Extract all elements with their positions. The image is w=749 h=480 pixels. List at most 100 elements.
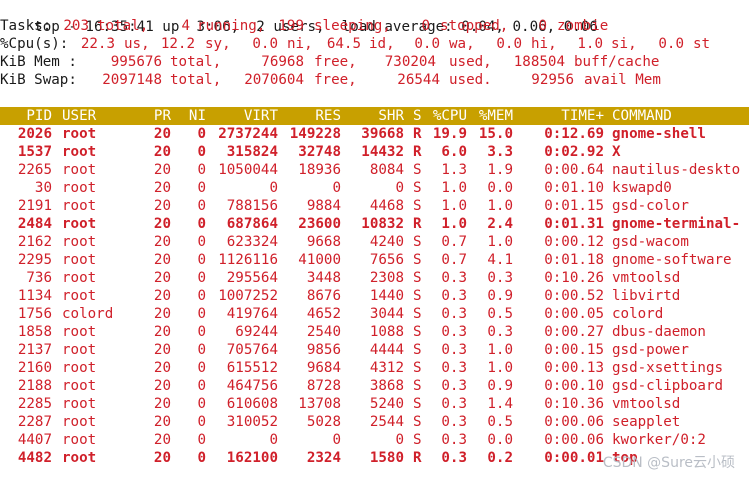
process-command: gsd-color xyxy=(612,198,689,214)
process-nice: 0 xyxy=(197,126,206,142)
process-shr: 10832 xyxy=(361,216,404,232)
process-virt: 295564 xyxy=(226,270,278,286)
process-mem: 1.0 xyxy=(487,234,513,250)
process-row[interactable]: 2287 root 20 0 310052 5028 2544 S 0.3 0.5 0:00.06 s… xyxy=(0,413,749,431)
process-time: 0:00.06 xyxy=(544,432,604,448)
col-header-mem[interactable]: %MEM xyxy=(470,107,513,125)
tasks-running-value: 4 xyxy=(181,18,190,34)
process-priority: 20 xyxy=(153,414,171,430)
process-user: root xyxy=(62,216,97,232)
process-user: root xyxy=(62,144,97,160)
process-command: gnome-shell xyxy=(612,126,706,142)
process-res: 8676 xyxy=(306,288,341,304)
process-nice: 0 xyxy=(197,342,206,358)
process-res: 13708 xyxy=(298,396,341,412)
process-cpu: 0.3 xyxy=(441,396,467,412)
process-state: S xyxy=(413,306,422,322)
process-res: 9856 xyxy=(306,342,341,358)
col-header-res[interactable]: RES xyxy=(284,107,341,125)
process-row[interactable]: 30 root 20 0 0 0 0 S 1.0 0.0 0:01.10 kswapd0 xyxy=(0,179,749,197)
process-row[interactable]: 1858 root 20 0 69244 2540 1088 S 0.3 0.3 0:00.27 db… xyxy=(0,323,749,341)
process-command: X xyxy=(612,144,621,160)
process-priority: 20 xyxy=(153,270,171,286)
process-cpu: 0.3 xyxy=(441,270,467,286)
process-priority: 20 xyxy=(153,450,171,466)
col-header-pr[interactable]: PR xyxy=(140,107,171,125)
process-shr: 2308 xyxy=(369,270,404,286)
col-header-ni[interactable]: NI xyxy=(180,107,206,125)
process-res: 9684 xyxy=(306,360,341,376)
process-row[interactable]: 736 root 20 0 295564 3448 2308 S 0.3 0.3 0:10.26 vm… xyxy=(0,269,749,287)
process-row[interactable]: 2484 root 20 0 687864 23600 10832 R 1.0 2.4 0:01.3… xyxy=(0,215,749,233)
process-user: root xyxy=(62,342,97,358)
mem-used-value: 730204 xyxy=(384,54,436,70)
process-shr: 8084 xyxy=(369,162,404,178)
process-shr: 39668 xyxy=(361,126,404,142)
process-row[interactable]: 2160 root 20 0 615512 9684 4312 S 0.3 1.0 0:00.13 g… xyxy=(0,359,749,377)
process-row[interactable]: 4407 root 20 0 0 0 0 S 0.3 0.0 0:00.06 kworker/0:2 xyxy=(0,431,749,449)
process-row[interactable]: 1134 root 20 0 1007252 8676 1440 S 0.3 0.9 0:00.52… xyxy=(0,287,749,305)
swap-used-value: 26544 xyxy=(397,72,440,88)
process-time: 0:00.06 xyxy=(544,414,604,430)
process-row[interactable]: 2137 root 20 0 705764 9856 4444 S 0.3 1.0 0:00.15 g… xyxy=(0,341,749,359)
process-command: gsd-wacom xyxy=(612,234,689,250)
process-shr: 4312 xyxy=(369,360,404,376)
process-time: 0:00.64 xyxy=(544,162,604,178)
process-row[interactable]: 2285 root 20 0 610608 13708 5240 S 0.3 1.4 0:10.36… xyxy=(0,395,749,413)
cpu-ni-value: 0.0 xyxy=(252,36,278,52)
process-row[interactable]: 2162 root 20 0 623324 9668 4240 S 0.7 1.0 0:00.12 g… xyxy=(0,233,749,251)
process-shr: 4468 xyxy=(369,198,404,214)
process-row[interactable]: 2295 root 20 0 1126116 41000 7656 S 0.7 4.1 0:01.1… xyxy=(0,251,749,269)
mem-free-value: 76968 xyxy=(261,54,304,70)
process-shr: 1088 xyxy=(369,324,404,340)
col-header-pid[interactable]: PID xyxy=(0,107,52,125)
col-header-virt[interactable]: VIRT xyxy=(210,107,278,125)
process-command: dbus-daemon xyxy=(612,324,706,340)
process-row[interactable]: 2265 root 20 0 1050044 18936 8084 S 1.3 1.9 0:00.6… xyxy=(0,161,749,179)
col-header-time[interactable]: TIME+ xyxy=(520,107,604,125)
process-cpu: 0.3 xyxy=(441,414,467,430)
col-header-user[interactable]: USER xyxy=(62,107,96,125)
process-command: kswapd0 xyxy=(612,180,672,196)
process-nice: 0 xyxy=(197,180,206,196)
process-row[interactable]: 1537 root 20 0 315824 32748 14432 R 6.0 3.3 0:02.9… xyxy=(0,143,749,161)
process-pid: 2484 xyxy=(17,216,52,232)
col-header-cpu[interactable]: %CPU xyxy=(425,107,467,125)
tasks-total-label: total, xyxy=(97,18,149,34)
process-nice: 0 xyxy=(197,414,206,430)
process-command: gsd-power xyxy=(612,342,689,358)
process-state: S xyxy=(413,180,422,196)
col-header-command[interactable]: COMMAND xyxy=(612,107,672,125)
process-nice: 0 xyxy=(197,360,206,376)
process-user: root xyxy=(62,360,97,376)
process-pid: 2137 xyxy=(17,342,52,358)
process-mem: 0.0 xyxy=(487,432,513,448)
process-cpu: 0.3 xyxy=(441,360,467,376)
process-priority: 20 xyxy=(153,378,171,394)
swap-line: KiB Swap: 2097148 total, 2070604 free, 2… xyxy=(0,71,749,89)
terminal-window[interactable]: top - 16:35:41 up 3:06, 2 users, load av… xyxy=(0,0,749,480)
process-res: 41000 xyxy=(298,252,341,268)
process-time: 0:01.31 xyxy=(544,216,604,232)
process-pid: 2287 xyxy=(17,414,52,430)
col-header-state[interactable]: S xyxy=(413,107,422,125)
tasks-running-label: running, xyxy=(197,18,266,34)
process-pid: 736 xyxy=(26,270,52,286)
process-time: 0:10.36 xyxy=(544,396,604,412)
process-res: 9668 xyxy=(306,234,341,250)
col-header-shr[interactable]: SHR xyxy=(346,107,404,125)
process-row[interactable]: 1756 colord 20 0 419764 4652 3044 S 0.3 0.5 0:00.0… xyxy=(0,305,749,323)
process-mem: 1.0 xyxy=(487,342,513,358)
process-user: root xyxy=(62,378,97,394)
process-shr: 14432 xyxy=(361,144,404,160)
process-user: root xyxy=(62,162,97,178)
mem-used-label: used, xyxy=(449,54,492,70)
process-shr: 4240 xyxy=(369,234,404,250)
process-pid: 2191 xyxy=(17,198,52,214)
process-priority: 20 xyxy=(153,198,171,214)
process-pid: 2188 xyxy=(17,378,52,394)
process-nice: 0 xyxy=(197,252,206,268)
process-row[interactable]: 2188 root 20 0 464756 8728 3868 S 0.3 0.9 0:00.10 g… xyxy=(0,377,749,395)
process-row[interactable]: 2191 root 20 0 788156 9884 4468 S 1.0 1.0 0:01.15 g… xyxy=(0,197,749,215)
process-row[interactable]: 2026 root 20 0 2737244 149228 39668 R 19.9 15.0 0:… xyxy=(0,125,749,143)
